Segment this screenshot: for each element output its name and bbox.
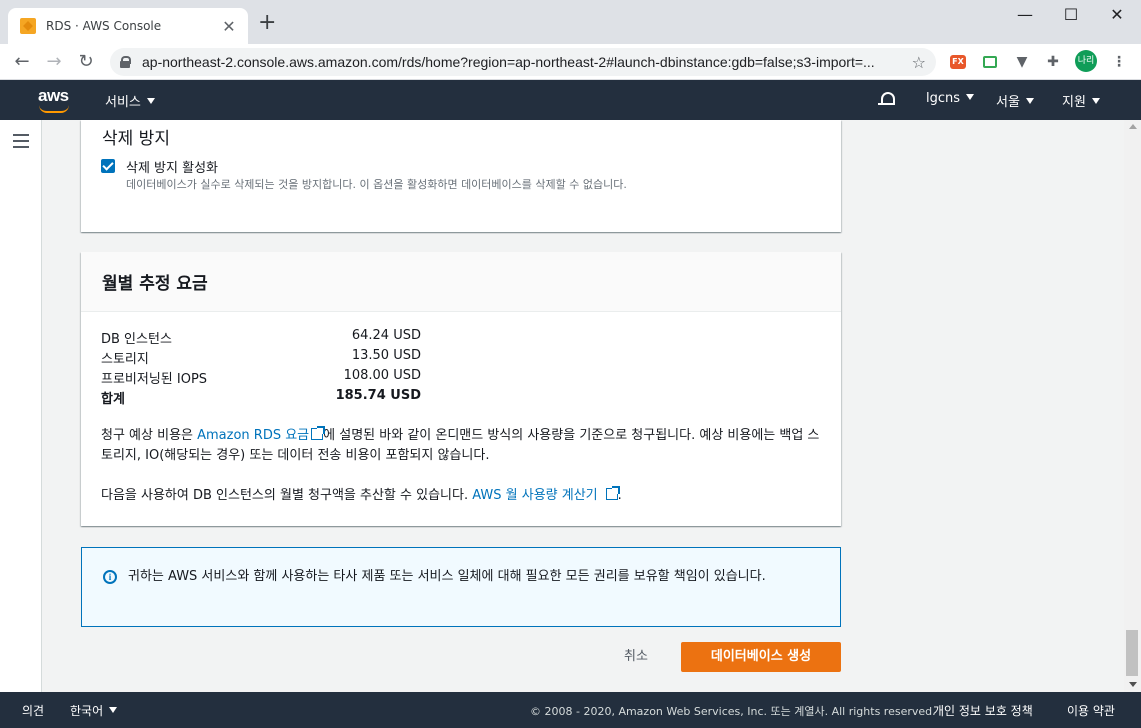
calculator-link[interactable]: AWS 월 사용량 계산기 [472,486,620,503]
services-label: 서비스 [105,95,141,110]
chevron-down-icon [1091,98,1100,104]
browser-tab-bar: RDS · AWS Console ✕ + — ☐ ✕ [0,0,1141,44]
privacy-policy-link[interactable]: 개인 정보 보호 정책 [933,702,1033,719]
deletion-protection-checkbox[interactable] [101,159,115,173]
cost-value: 108.00 USD [343,368,421,383]
cost-label: DB 인스턴스 [101,332,172,347]
chevron-down-icon [146,98,155,104]
lock-icon [120,56,131,68]
chevron-down-icon [966,94,975,100]
window-close-icon[interactable]: ✕ [1094,4,1140,26]
services-menu[interactable]: 서비스 [105,91,155,110]
scroll-up-arrow-icon[interactable] [1129,124,1137,129]
third-party-info-alert [81,547,841,627]
maximize-icon[interactable]: ☐ [1048,4,1094,26]
bell-icon[interactable] [878,92,896,108]
create-database-button[interactable]: 데이터베이스 생성 [681,642,841,672]
rds-pricing-link-text: Amazon RDS 요금 [197,428,310,443]
monthly-cost-title: 월별 추정 요금 [102,274,208,294]
info-text: 귀하는 AWS 서비스와 함께 사용하는 타사 제품 또는 서비스 일체에 대해… [128,569,766,584]
screen-extension-icon[interactable] [983,56,997,68]
reload-icon[interactable]: ↻ [74,50,98,74]
cost-label: 스토리지 [101,352,149,367]
address-toolbar: ← → ↻ ap-northeast-2.console.aws.amazon.… [0,44,1141,80]
v-extension-icon[interactable]: ▼ [1012,52,1032,72]
calculator-link-text: AWS 월 사용량 계산기 [472,488,598,503]
external-link-icon [311,426,326,440]
aws-logo[interactable]: aws [38,86,69,106]
copyright-text: © 2008 - 2020, Amazon Web Services, Inc.… [530,705,936,718]
cost-value: 64.24 USD [351,328,421,343]
collapsed-sidebar [0,120,42,692]
info-icon: i [103,570,117,584]
bookmark-star-icon[interactable]: ☆ [912,53,926,72]
cost-total-value: 185.74 USD [335,388,421,403]
forward-arrow-icon[interactable]: → [42,50,66,74]
calculator-note-before: 다음을 사용하여 DB 인스턴스의 월별 청구액을 추산할 수 있습니다. [101,488,473,503]
browser-tab[interactable]: RDS · AWS Console ✕ [8,8,248,44]
support-label: 지원 [1062,95,1086,110]
cancel-button[interactable]: 취소 [610,644,662,670]
cost-label: 프로비저닝된 IOPS [101,372,208,387]
support-menu[interactable]: 지원 [1062,91,1100,110]
external-link-icon [605,486,620,500]
profile-avatar[interactable]: 나리 [1075,50,1097,72]
puzzle-extensions-icon[interactable]: ✚ [1043,52,1063,72]
scrollbar-thumb[interactable] [1126,630,1138,676]
minimize-icon[interactable]: — [1002,4,1048,26]
page-scrollbar[interactable] [1124,120,1141,692]
cost-total-label: 합계 [101,392,125,407]
calculator-note: 다음을 사용하여 DB 인스턴스의 월별 청구액을 추산할 수 있습니다. AW… [101,486,826,506]
cost-value: 13.50 USD [351,348,421,363]
language-label: 한국어 [70,704,104,718]
deletion-protection-title: 삭제 방지 [102,129,170,149]
deletion-protection-panel [81,120,841,232]
console-footer: 의견 한국어 © 2008 - 2020, Amazon Web Service… [0,692,1141,728]
feedback-link[interactable]: 의견 [22,702,44,719]
aws-favicon-icon [20,18,36,34]
scroll-down-arrow-icon[interactable] [1129,682,1137,687]
pricing-note: 청구 예상 비용은 Amazon RDS 요금 에 설명된 바와 같이 온디맨드 … [101,426,826,466]
pricing-note-before: 청구 예상 비용은 [101,428,198,443]
aws-logo-smile [39,105,69,113]
browser-menu-icon[interactable]: ⋮ [1109,52,1129,72]
region-menu[interactable]: 서울 [996,91,1034,110]
fx-extension-icon[interactable]: FX [950,55,966,69]
aws-top-nav: aws 서비스 lgcns 서울 지원 [0,80,1141,120]
deletion-protection-label[interactable]: 삭제 방지 활성화 [126,157,218,176]
url-text[interactable]: ap-northeast-2.console.aws.amazon.com/rd… [142,54,912,70]
language-selector[interactable]: 한국어 [70,702,118,719]
region-label: 서울 [996,95,1020,110]
address-bar[interactable]: ap-northeast-2.console.aws.amazon.com/rd… [110,48,936,76]
tab-close-icon[interactable]: ✕ [220,17,238,36]
account-menu[interactable]: lgcns [926,91,975,106]
chevron-down-icon [1025,98,1034,104]
tab-title: RDS · AWS Console [46,19,162,33]
rds-pricing-link[interactable]: Amazon RDS 요금 [197,426,326,443]
terms-link[interactable]: 이용 약관 [1067,702,1115,719]
chevron-down-icon [109,707,118,713]
deletion-protection-description: 데이터베이스가 실수로 삭제되는 것을 방지합니다. 이 옵션을 활성화하면 데… [126,178,627,191]
hamburger-menu-icon[interactable] [13,134,29,148]
new-tab-button[interactable]: + [258,12,276,34]
back-arrow-icon[interactable]: ← [10,50,34,74]
account-label: lgcns [926,91,961,106]
